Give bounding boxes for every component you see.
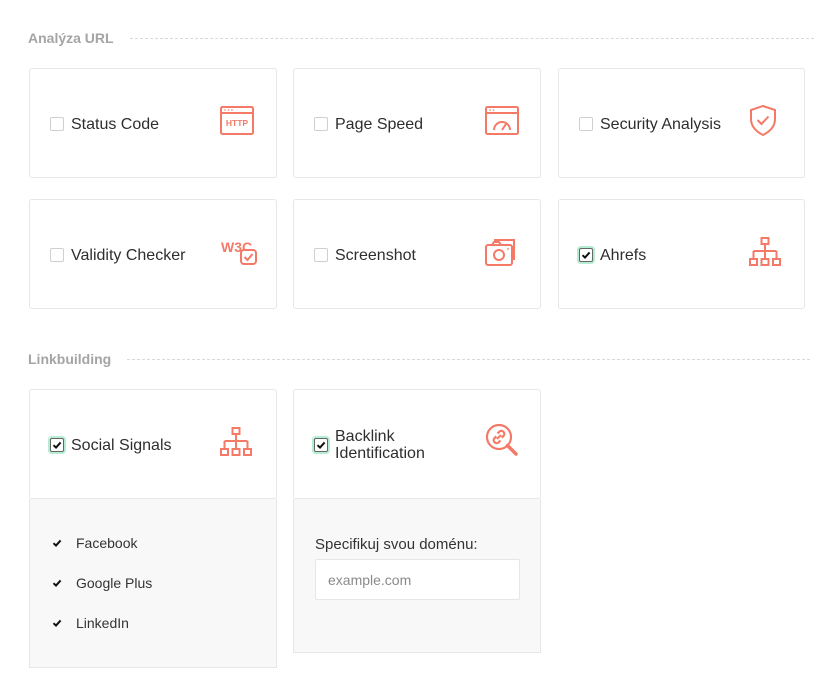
google-plus-label: Google Plus	[76, 575, 153, 591]
svg-text:HTTP: HTTP	[226, 118, 249, 128]
domain-input[interactable]	[315, 559, 520, 600]
google-plus-checkbox[interactable]	[52, 578, 62, 588]
linkedin-label: LinkedIn	[76, 615, 129, 631]
security-label: Security Analysis	[600, 116, 721, 133]
security-checkbox[interactable]	[579, 117, 593, 131]
card-validity-checker[interactable]: Validity Checker W3C	[29, 199, 277, 309]
social-signals-label: Social Signals	[71, 437, 172, 454]
section-title: Analýza URL	[28, 30, 114, 46]
option-facebook[interactable]: Facebook	[52, 535, 137, 551]
backlink-checkbox[interactable]	[314, 438, 328, 452]
link-search-icon	[485, 423, 519, 462]
option-google-plus[interactable]: Google Plus	[52, 575, 152, 591]
w3c-check-icon: W3C	[221, 238, 259, 271]
linkedin-checkbox[interactable]	[52, 618, 62, 628]
card-screenshot[interactable]: Screenshot	[293, 199, 541, 309]
speedometer-browser-icon	[485, 106, 519, 141]
card-social-signals[interactable]: Social Signals	[29, 389, 277, 499]
ahrefs-label: Ahrefs	[600, 247, 647, 264]
camera-icon	[484, 236, 518, 273]
screenshot-label: Screenshot	[335, 247, 416, 264]
validity-label: Validity Checker	[71, 247, 186, 264]
sitemap-icon	[749, 237, 781, 272]
ahrefs-checkbox[interactable]	[579, 248, 593, 262]
social-signals-checkbox[interactable]	[50, 438, 64, 452]
facebook-label: Facebook	[76, 535, 138, 551]
section-divider	[129, 37, 814, 39]
option-linkedin[interactable]: LinkedIn	[52, 615, 129, 631]
section-divider	[127, 358, 810, 360]
backlink-label-line2: Identification	[335, 445, 425, 462]
backlink-options-panel: Specifikuj svou doménu:	[293, 499, 541, 653]
card-status-code[interactable]: Status Code HTTP	[29, 68, 277, 178]
domain-field-label: Specifikuj svou doménu:	[315, 536, 478, 553]
section-title: Linkbuilding	[28, 351, 112, 367]
http-browser-icon: HTTP	[220, 106, 254, 141]
backlink-label-line1: Backlink	[335, 428, 395, 445]
card-security-analysis[interactable]: Security Analysis	[558, 68, 805, 178]
facebook-checkbox[interactable]	[52, 538, 62, 548]
validity-checkbox[interactable]	[50, 248, 64, 262]
shield-check-icon	[749, 104, 777, 142]
page-speed-checkbox[interactable]	[314, 117, 328, 131]
section-header-analyza: Analýza URL	[28, 30, 814, 46]
card-backlink-identification[interactable]: Backlink Identification	[293, 389, 541, 499]
screenshot-checkbox[interactable]	[314, 248, 328, 262]
card-page-speed[interactable]: Page Speed	[293, 68, 541, 178]
status-code-checkbox[interactable]	[50, 117, 64, 131]
card-ahrefs[interactable]: Ahrefs	[558, 199, 805, 309]
social-signals-options-panel: Facebook Google Plus LinkedIn	[29, 499, 277, 668]
section-header-linkbuilding: Linkbuilding	[28, 351, 810, 367]
status-code-label: Status Code	[71, 116, 160, 133]
page-speed-label: Page Speed	[335, 116, 424, 133]
sitemap-icon	[220, 427, 252, 462]
